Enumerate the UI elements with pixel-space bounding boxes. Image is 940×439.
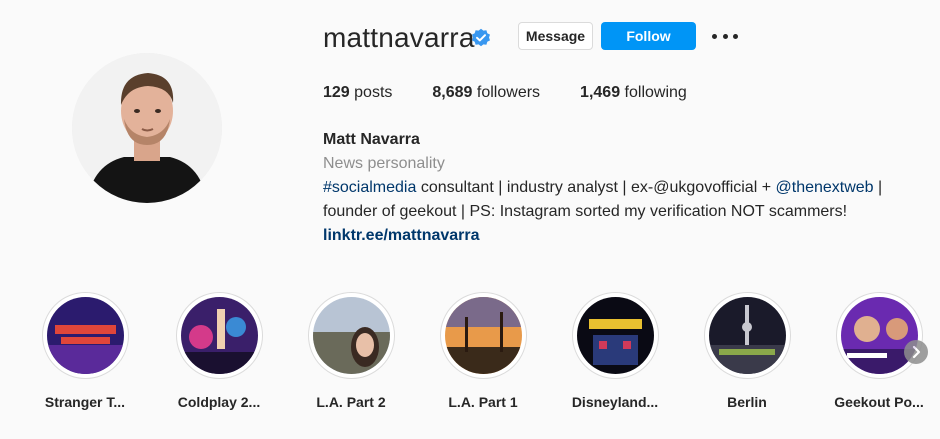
highlight-label: Stranger T... [44,394,126,410]
dot [722,33,728,39]
highlight-label: Disneyland... [571,394,659,410]
bio-line-1: #socialmedia consultant | industry analy… [323,176,903,200]
highlight-cover [46,297,124,374]
posts-stat: 129 posts [323,84,392,102]
highlight-label: L.A. Part 1 [448,394,518,410]
followers-stat[interactable]: 8,689 followers [432,84,540,102]
dot [712,33,717,39]
highlight-item[interactable]: L.A. Part 1 [428,292,538,410]
highlight-cover [444,297,522,374]
profile-avatar[interactable] [72,53,222,203]
highlight-ring [703,292,791,379]
external-link[interactable]: linktr.ee/mattnavarra [323,224,903,248]
highlight-cover [312,297,390,374]
profile-bio: Matt Navarra News personality #socialmed… [323,128,903,248]
highlight-item[interactable]: Disneyland... [560,292,670,410]
highlight-ring [571,292,659,379]
highlight-item[interactable]: Coldplay 2... [164,292,274,410]
highlight-ring [41,292,129,379]
following-count: 1,469 [580,84,621,101]
highlight-label: Berlin [727,394,767,410]
profile-stats: 129 posts 8,689 followers 1,469 followin… [323,84,727,102]
mention-link[interactable]: @thenextweb [776,179,874,196]
bio-text-end: | [873,179,883,196]
highlight-label: Coldplay 2... [177,394,261,410]
highlight-label: Geekout Po... [834,394,924,410]
highlight-ring [835,292,923,379]
more-options-icon[interactable] [712,28,738,44]
highlight-ring [307,292,395,379]
hashtag-link[interactable]: #socialmedia [323,179,416,196]
bio-text: consultant | industry analyst | ex-@ukgo… [416,179,776,196]
follow-button[interactable]: Follow [601,22,696,50]
bio-line-2: founder of geekout | PS: Instagram sorte… [323,203,848,220]
posts-count: 129 [323,84,350,101]
category-label: News personality [323,155,445,172]
message-button[interactable]: Message [518,22,593,50]
highlight-cover [576,297,654,374]
followers-label: followers [476,84,541,101]
posts-label: posts [354,84,393,101]
next-highlights-chevron-icon[interactable] [904,340,928,364]
profile-username: mattnavarra [323,22,475,53]
highlight-label: L.A. Part 2 [316,394,386,410]
verified-badge-icon [471,28,491,48]
highlight-cover [180,297,258,374]
highlight-item[interactable]: Stranger T... [30,292,140,410]
highlight-ring [439,292,527,379]
highlight-cover [708,297,786,374]
highlight-item[interactable]: L.A. Part 2 [296,292,406,410]
highlight-ring [175,292,263,379]
following-label: following [624,84,687,101]
highlight-item[interactable]: Berlin [692,292,802,410]
avatar-image [72,53,222,203]
story-highlights: Stranger T... Coldplay 2... L.A. Part 2 … [0,292,940,422]
followers-count: 8,689 [432,84,473,101]
dot [733,33,738,39]
full-name: Matt Navarra [323,131,420,148]
following-stat[interactable]: 1,469 following [580,84,687,102]
